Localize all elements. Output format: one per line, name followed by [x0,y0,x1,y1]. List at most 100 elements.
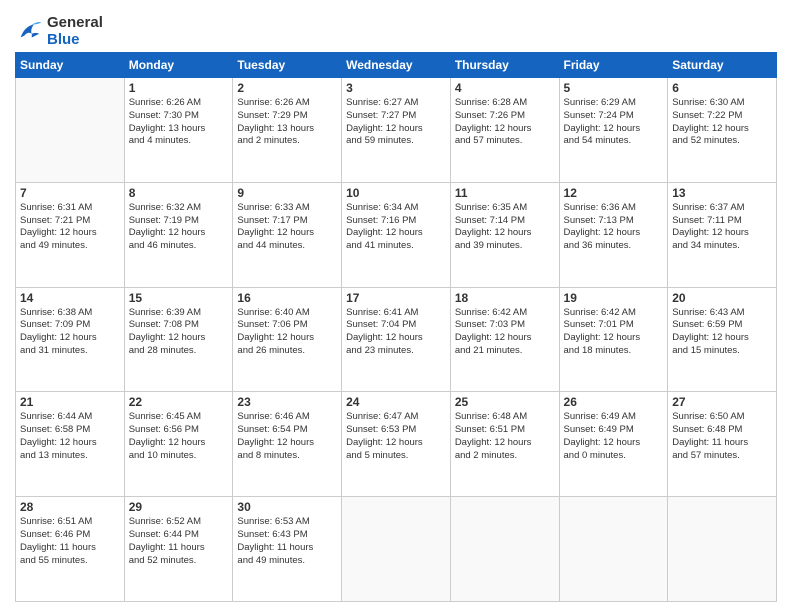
calendar-cell: 1 Sunrise: 6:26 AM Sunset: 7:30 PM Daylig… [124,78,233,183]
calendar-cell [450,497,559,602]
day-info: Sunrise: 6:27 AM Sunset: 7:27 PM Dayligh… [346,97,446,148]
day-number: 9 [237,186,337,200]
day-number: 4 [455,81,555,95]
day-number: 15 [129,291,229,305]
calendar-cell [559,497,668,602]
calendar-header-row: SundayMondayTuesdayWednesdayThursdayFrid… [16,53,777,78]
calendar-cell: 19Sunrise: 6:42 AM Sunset: 7:01 PM Dayli… [559,287,668,392]
col-header-tuesday: Tuesday [233,53,342,78]
calendar-cell: 21 Sunrise: 6:44 AM Sunset: 6:58 PM Dayli… [16,392,125,497]
day-info: Sunrise: 6:31 AM Sunset: 7:21 PM Dayligh… [20,202,120,253]
day-info: Sunrise: 6:36 AM Sunset: 7:13 PM Dayligh… [564,202,664,253]
day-number: 8 [129,186,229,200]
calendar-cell [16,78,125,183]
day-info: Sunrise: 6:51 AM Sunset: 6:46 PM Dayligh… [20,516,120,567]
calendar-cell: 15 Sunrise: 6:39 AM Sunset: 7:08 PM Dayli… [124,287,233,392]
calendar-cell: 13Sunrise: 6:37 AM Sunset: 7:11 PM Dayli… [668,182,777,287]
day-info: Sunrise: 6:44 AM Sunset: 6:58 PM Dayligh… [20,411,120,462]
day-info: Sunrise: 6:53 AM Sunset: 6:43 PM Dayligh… [237,516,337,567]
calendar-cell: 16 Sunrise: 6:40 AM Sunset: 7:06 PM Dayli… [233,287,342,392]
day-number: 28 [20,500,120,514]
calendar-cell: 27 Sunrise: 6:50 AM Sunset: 6:48 PM Dayli… [668,392,777,497]
calendar-cell: 6 Sunrise: 6:30 AM Sunset: 7:22 PM Daylig… [668,78,777,183]
logo-icon [15,17,43,45]
calendar-cell: 5Sunrise: 6:29 AM Sunset: 7:24 PM Daylig… [559,78,668,183]
day-number: 7 [20,186,120,200]
day-info: Sunrise: 6:52 AM Sunset: 6:44 PM Dayligh… [129,516,229,567]
day-number: 26 [564,395,664,409]
calendar-cell: 20 Sunrise: 6:43 AM Sunset: 6:59 PM Dayli… [668,287,777,392]
header: General Blue [15,10,777,48]
calendar-cell: 7 Sunrise: 6:31 AM Sunset: 7:21 PM Daylig… [16,182,125,287]
calendar-table: SundayMondayTuesdayWednesdayThursdayFrid… [15,52,777,602]
day-number: 29 [129,500,229,514]
col-header-monday: Monday [124,53,233,78]
calendar-cell: 14 Sunrise: 6:38 AM Sunset: 7:09 PM Dayli… [16,287,125,392]
day-number: 27 [672,395,772,409]
col-header-sunday: Sunday [16,53,125,78]
day-info: Sunrise: 6:43 AM Sunset: 6:59 PM Dayligh… [672,307,772,358]
day-number: 30 [237,500,337,514]
day-number: 20 [672,291,772,305]
calendar-cell [342,497,451,602]
calendar-cell: 4Sunrise: 6:28 AM Sunset: 7:26 PM Daylig… [450,78,559,183]
day-info: Sunrise: 6:30 AM Sunset: 7:22 PM Dayligh… [672,97,772,148]
calendar-cell: 22 Sunrise: 6:45 AM Sunset: 6:56 PM Dayli… [124,392,233,497]
day-info: Sunrise: 6:38 AM Sunset: 7:09 PM Dayligh… [20,307,120,358]
calendar-cell: 8 Sunrise: 6:32 AM Sunset: 7:19 PM Daylig… [124,182,233,287]
logo: General Blue [15,14,103,48]
day-info: Sunrise: 6:40 AM Sunset: 7:06 PM Dayligh… [237,307,337,358]
day-info: Sunrise: 6:42 AM Sunset: 7:03 PM Dayligh… [455,307,555,358]
day-number: 16 [237,291,337,305]
calendar-cell: 28 Sunrise: 6:51 AM Sunset: 6:46 PM Dayli… [16,497,125,602]
col-header-saturday: Saturday [668,53,777,78]
day-number: 1 [129,81,229,95]
page: General Blue SundayMondayTuesdayWednesda… [0,0,792,612]
day-info: Sunrise: 6:49 AM Sunset: 6:49 PM Dayligh… [564,411,664,462]
day-number: 11 [455,186,555,200]
calendar-cell: 3 Sunrise: 6:27 AM Sunset: 7:27 PM Daylig… [342,78,451,183]
day-number: 21 [20,395,120,409]
day-number: 10 [346,186,446,200]
calendar-cell: 2 Sunrise: 6:26 AM Sunset: 7:29 PM Daylig… [233,78,342,183]
day-info: Sunrise: 6:26 AM Sunset: 7:30 PM Dayligh… [129,97,229,148]
calendar-row-4: 28 Sunrise: 6:51 AM Sunset: 6:46 PM Dayli… [16,497,777,602]
logo-text: General Blue [47,14,103,48]
calendar-row-2: 14 Sunrise: 6:38 AM Sunset: 7:09 PM Dayli… [16,287,777,392]
day-info: Sunrise: 6:26 AM Sunset: 7:29 PM Dayligh… [237,97,337,148]
day-info: Sunrise: 6:39 AM Sunset: 7:08 PM Dayligh… [129,307,229,358]
day-number: 23 [237,395,337,409]
day-number: 2 [237,81,337,95]
day-number: 24 [346,395,446,409]
day-info: Sunrise: 6:47 AM Sunset: 6:53 PM Dayligh… [346,411,446,462]
day-info: Sunrise: 6:41 AM Sunset: 7:04 PM Dayligh… [346,307,446,358]
day-number: 22 [129,395,229,409]
day-info: Sunrise: 6:34 AM Sunset: 7:16 PM Dayligh… [346,202,446,253]
day-info: Sunrise: 6:35 AM Sunset: 7:14 PM Dayligh… [455,202,555,253]
day-info: Sunrise: 6:32 AM Sunset: 7:19 PM Dayligh… [129,202,229,253]
day-number: 18 [455,291,555,305]
col-header-thursday: Thursday [450,53,559,78]
day-number: 19 [564,291,664,305]
day-info: Sunrise: 6:29 AM Sunset: 7:24 PM Dayligh… [564,97,664,148]
calendar-row-0: 1 Sunrise: 6:26 AM Sunset: 7:30 PM Daylig… [16,78,777,183]
day-number: 12 [564,186,664,200]
day-number: 3 [346,81,446,95]
day-number: 6 [672,81,772,95]
day-info: Sunrise: 6:50 AM Sunset: 6:48 PM Dayligh… [672,411,772,462]
calendar-cell: 12 Sunrise: 6:36 AM Sunset: 7:13 PM Dayli… [559,182,668,287]
calendar-cell: 18 Sunrise: 6:42 AM Sunset: 7:03 PM Dayli… [450,287,559,392]
calendar-cell: 10 Sunrise: 6:34 AM Sunset: 7:16 PM Dayli… [342,182,451,287]
calendar-cell: 17Sunrise: 6:41 AM Sunset: 7:04 PM Dayli… [342,287,451,392]
col-header-wednesday: Wednesday [342,53,451,78]
calendar-cell: 9 Sunrise: 6:33 AM Sunset: 7:17 PM Daylig… [233,182,342,287]
day-info: Sunrise: 6:46 AM Sunset: 6:54 PM Dayligh… [237,411,337,462]
day-number: 13 [672,186,772,200]
day-info: Sunrise: 6:45 AM Sunset: 6:56 PM Dayligh… [129,411,229,462]
calendar-cell: 24 Sunrise: 6:47 AM Sunset: 6:53 PM Dayli… [342,392,451,497]
day-number: 25 [455,395,555,409]
day-number: 14 [20,291,120,305]
calendar-cell: 23 Sunrise: 6:46 AM Sunset: 6:54 PM Dayli… [233,392,342,497]
calendar-row-3: 21 Sunrise: 6:44 AM Sunset: 6:58 PM Dayli… [16,392,777,497]
day-info: Sunrise: 6:33 AM Sunset: 7:17 PM Dayligh… [237,202,337,253]
